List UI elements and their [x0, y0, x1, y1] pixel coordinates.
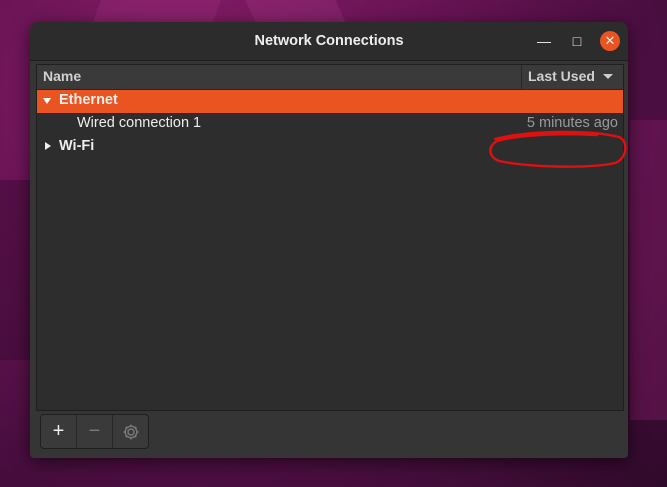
- group-label-ethernet: Ethernet: [59, 92, 118, 108]
- expander-collapsed-icon[interactable]: [45, 142, 51, 150]
- group-row-wifi[interactable]: Wi-Fi: [37, 136, 623, 159]
- connections-list: Name Last Used Ethernet Wired connection…: [36, 64, 627, 411]
- expander-expanded-icon[interactable]: [43, 98, 51, 104]
- connection-last-used: 5 minutes ago: [526, 115, 618, 131]
- column-separator[interactable]: [521, 65, 522, 89]
- column-header-name[interactable]: Name: [43, 68, 81, 84]
- connection-name: Wired connection 1: [77, 115, 202, 131]
- connection-row[interactable]: Wired connection 1 5 minutes ago: [37, 113, 623, 136]
- network-connections-window: Network Connections — □ ✕ Name Last Used…: [30, 22, 628, 458]
- sort-descending-icon[interactable]: [603, 74, 613, 79]
- list-header: Name Last Used: [37, 65, 623, 90]
- add-connection-button[interactable]: +: [41, 415, 77, 448]
- group-row-ethernet[interactable]: Ethernet: [37, 90, 623, 113]
- group-label-wifi: Wi-Fi: [59, 138, 95, 154]
- close-button[interactable]: ✕: [600, 31, 620, 51]
- gear-icon: [123, 424, 138, 439]
- column-header-last-used[interactable]: Last Used: [528, 68, 595, 84]
- maximize-button[interactable]: □: [567, 31, 587, 51]
- minimize-button[interactable]: —: [534, 31, 554, 51]
- list-toolbar: + −: [40, 414, 149, 449]
- connection-settings-button[interactable]: [113, 415, 148, 448]
- titlebar[interactable]: Network Connections — □ ✕: [30, 22, 628, 61]
- remove-connection-button[interactable]: −: [77, 415, 113, 448]
